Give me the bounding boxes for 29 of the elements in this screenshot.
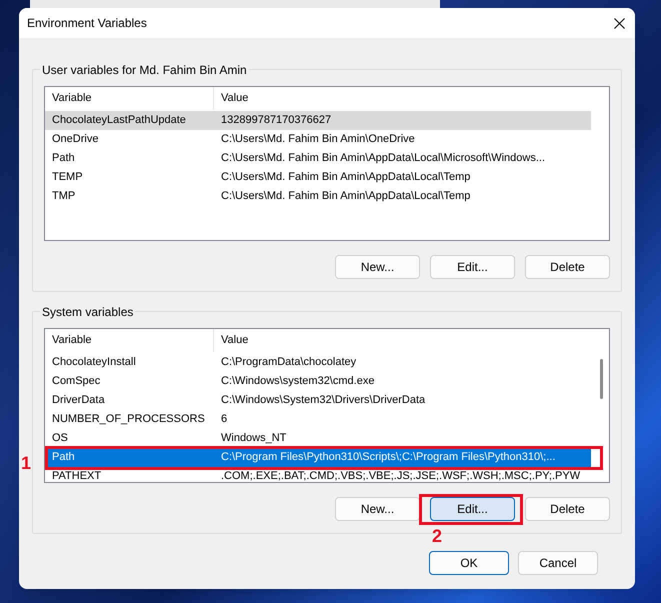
- annotation-number: 1: [21, 452, 32, 475]
- list-row[interactable]: PATHEXT .COM;.EXE;.BAT;.CMD;.VBS;.VBE;.JS;.JSE;.WSF;.WSH;.MSC;.PY;.PYW: [45, 467, 591, 482]
- list-row[interactable]: Path C:\Users\Md. Fahim Bin Amin\AppData\Local\Microsoft\Windows...: [45, 149, 591, 168]
- list-row[interactable]: TEMP C:\Users\Md. Fahim Bin Amin\AppData\Local\Temp: [45, 168, 591, 187]
- list-row[interactable]: ChocolateyLastPathUpdate 132899787170376627: [45, 111, 591, 130]
- column-header[interactable]: Variable: [45, 87, 214, 110]
- column-header[interactable]: Value: [214, 329, 609, 352]
- annotation-number: 2: [432, 525, 442, 548]
- dialog-button[interactable]: New...: [335, 255, 420, 279]
- list-row[interactable]: Path C:\Program Files\Python310\Scripts\;C:\Program Files\Python310\;...: [45, 448, 591, 467]
- close-icon[interactable]: [614, 18, 625, 28]
- list-row[interactable]: OneDrive C:\Users\Md. Fahim Bin Amin\OneDrive: [45, 130, 591, 149]
- list-row[interactable]: ChocolateyInstall C:\ProgramData\chocolatey: [45, 353, 591, 372]
- dialog-button[interactable]: OK: [429, 551, 509, 575]
- list-row[interactable]: TMP C:\Users\Md. Fahim Bin Amin\AppData\Local\Temp: [45, 187, 591, 206]
- dialog-button[interactable]: Delete: [525, 255, 610, 279]
- scrollbar[interactable]: [600, 359, 603, 399]
- list-row[interactable]: NUMBER_OF_PROCESSORS 6: [45, 410, 591, 429]
- list-row[interactable]: ComSpec C:\Windows\system32\cmd.exe: [45, 372, 591, 391]
- dialog-button[interactable]: New...: [335, 497, 420, 521]
- dialog-button[interactable]: Edit...: [430, 255, 515, 279]
- dialog-button[interactable]: Cancel: [518, 551, 598, 575]
- column-header[interactable]: Variable: [45, 329, 214, 352]
- dialog-button[interactable]: Edit...: [430, 497, 515, 521]
- dialog-button[interactable]: Delete: [525, 497, 610, 521]
- list-row[interactable]: OS Windows_NT: [45, 429, 591, 448]
- column-header[interactable]: Value: [214, 87, 609, 110]
- window-title: Environment Variables: [27, 15, 147, 32]
- list-row[interactable]: DriverData C:\Windows\System32\Drivers\DriverData: [45, 391, 591, 410]
